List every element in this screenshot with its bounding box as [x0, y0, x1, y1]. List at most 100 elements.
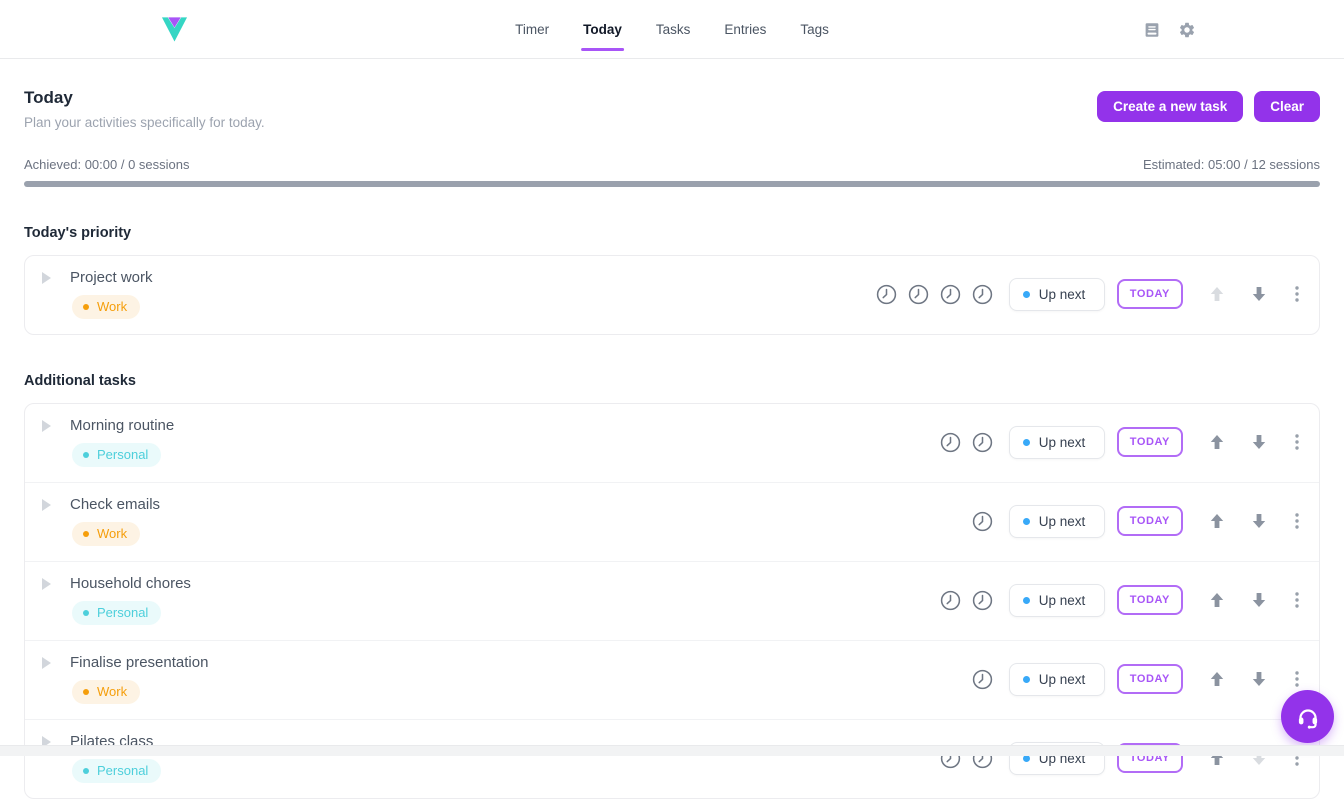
journal-icon[interactable]: [1143, 21, 1161, 39]
task-row-controls: Up next TODAY: [939, 426, 1301, 459]
tag-dot-icon: [83, 768, 89, 774]
move-up-button[interactable]: [1209, 592, 1225, 608]
task-row-controls: Up next TODAY: [971, 663, 1301, 696]
estimated-label: Estimated: 05:00 / 12 sessions: [1143, 157, 1320, 172]
session-clock-icons: [939, 589, 994, 612]
kebab-menu-icon[interactable]: [1293, 511, 1301, 531]
session-clock-icons: [939, 431, 994, 454]
task-title-line: Project work: [41, 269, 153, 286]
task-row-left: Finalise presentation Work: [41, 654, 208, 704]
tag-label: Work: [97, 684, 127, 699]
page-title: Today: [24, 88, 265, 108]
today-button[interactable]: TODAY: [1117, 585, 1183, 615]
move-down-button[interactable]: [1251, 286, 1267, 302]
task-title: Project work: [70, 269, 153, 286]
clock-icon: [971, 431, 994, 454]
tab-entries[interactable]: Entries: [707, 0, 783, 59]
app-logo[interactable]: [161, 13, 188, 44]
tab-tags[interactable]: Tags: [783, 0, 846, 59]
task-tag: Personal: [72, 443, 161, 467]
task-row-left: Project work Work: [41, 269, 153, 319]
status-select[interactable]: Up next: [1009, 505, 1105, 538]
kebab-menu-icon[interactable]: [1293, 284, 1301, 304]
task-row-left: Pilates class Personal: [41, 733, 161, 783]
move-down-button[interactable]: [1251, 434, 1267, 450]
footer-strip: [0, 745, 1344, 756]
move-up-button[interactable]: [1209, 671, 1225, 687]
status-dot-icon: [1023, 291, 1030, 298]
task-title: Household chores: [70, 575, 191, 592]
create-task-button[interactable]: Create a new task: [1097, 91, 1243, 122]
session-clock-icons: [971, 668, 994, 691]
clock-icon: [971, 283, 994, 306]
task-tag: Personal: [72, 759, 161, 783]
gear-icon[interactable]: [1178, 21, 1196, 39]
task-row: Finalise presentation Work Up next TODAY: [25, 640, 1319, 719]
kebab-menu-icon[interactable]: [1293, 669, 1301, 689]
progress-labels: Achieved: 00:00 / 0 sessions Estimated: …: [24, 157, 1320, 172]
chevron-right-icon[interactable]: [41, 498, 53, 512]
today-button[interactable]: TODAY: [1117, 664, 1183, 694]
clock-icon: [875, 283, 898, 306]
task-row: Household chores Personal Up next TODAY: [25, 561, 1319, 640]
move-down-button[interactable]: [1251, 592, 1267, 608]
chevron-right-icon[interactable]: [41, 577, 53, 591]
task-title-line: Household chores: [41, 575, 191, 592]
tag-label: Personal: [97, 763, 148, 778]
status-select-label: Up next: [1039, 593, 1086, 608]
task-row: Project work Work Up next TODAY: [25, 256, 1319, 334]
status-select[interactable]: Up next: [1009, 426, 1105, 459]
chevron-right-icon[interactable]: [41, 656, 53, 670]
tag-dot-icon: [83, 531, 89, 537]
main-content: Today Plan your activities specifically …: [0, 88, 1344, 799]
kebab-menu-icon[interactable]: [1293, 432, 1301, 452]
tab-tasks[interactable]: Tasks: [639, 0, 708, 59]
task-title-line: Finalise presentation: [41, 654, 208, 671]
move-up-button[interactable]: [1209, 513, 1225, 529]
status-select-label: Up next: [1039, 672, 1086, 687]
task-title-line: Check emails: [41, 496, 160, 513]
clock-icon: [971, 510, 994, 533]
tag-label: Work: [97, 526, 127, 541]
kebab-menu-icon[interactable]: [1293, 590, 1301, 610]
tag-label: Personal: [97, 447, 148, 462]
status-select-label: Up next: [1039, 435, 1086, 450]
tag-label: Work: [97, 299, 127, 314]
move-up-button: [1209, 286, 1225, 302]
move-down-button[interactable]: [1251, 671, 1267, 687]
status-select[interactable]: Up next: [1009, 663, 1105, 696]
status-select-label: Up next: [1039, 514, 1086, 529]
section-title-additional: Additional tasks: [24, 373, 1320, 389]
today-button[interactable]: TODAY: [1117, 279, 1183, 309]
move-up-button[interactable]: [1209, 434, 1225, 450]
priority-task-card: Project work Work Up next TODAY: [24, 255, 1320, 335]
clock-icon: [939, 431, 962, 454]
section-title-priority: Today's priority: [24, 225, 1320, 241]
task-row: Pilates class Personal Up next TODAY: [25, 719, 1319, 798]
chevron-right-icon[interactable]: [41, 419, 53, 433]
tab-timer[interactable]: Timer: [498, 0, 566, 59]
task-title: Check emails: [70, 496, 160, 513]
tag-label: Personal: [97, 605, 148, 620]
tab-today[interactable]: Today: [566, 0, 639, 59]
clear-button[interactable]: Clear: [1254, 91, 1320, 122]
additional-task-card: Morning routine Personal Up next TODAY: [24, 403, 1320, 799]
headset-icon: [1295, 704, 1321, 730]
clock-icon: [907, 283, 930, 306]
status-dot-icon: [1023, 597, 1030, 604]
top-navbar: Timer Today Tasks Entries Tags: [0, 0, 1344, 59]
chevron-right-icon[interactable]: [41, 271, 53, 285]
task-row-controls: Up next TODAY: [939, 584, 1301, 617]
status-dot-icon: [1023, 439, 1030, 446]
tag-dot-icon: [83, 610, 89, 616]
task-row-left: Check emails Work: [41, 496, 160, 546]
status-dot-icon: [1023, 518, 1030, 525]
status-select[interactable]: Up next: [1009, 278, 1105, 311]
task-tag: Personal: [72, 601, 161, 625]
support-fab[interactable]: [1281, 690, 1334, 743]
move-down-button[interactable]: [1251, 513, 1267, 529]
status-select[interactable]: Up next: [1009, 584, 1105, 617]
today-button[interactable]: TODAY: [1117, 506, 1183, 536]
task-title: Morning routine: [70, 417, 174, 434]
today-button[interactable]: TODAY: [1117, 427, 1183, 457]
